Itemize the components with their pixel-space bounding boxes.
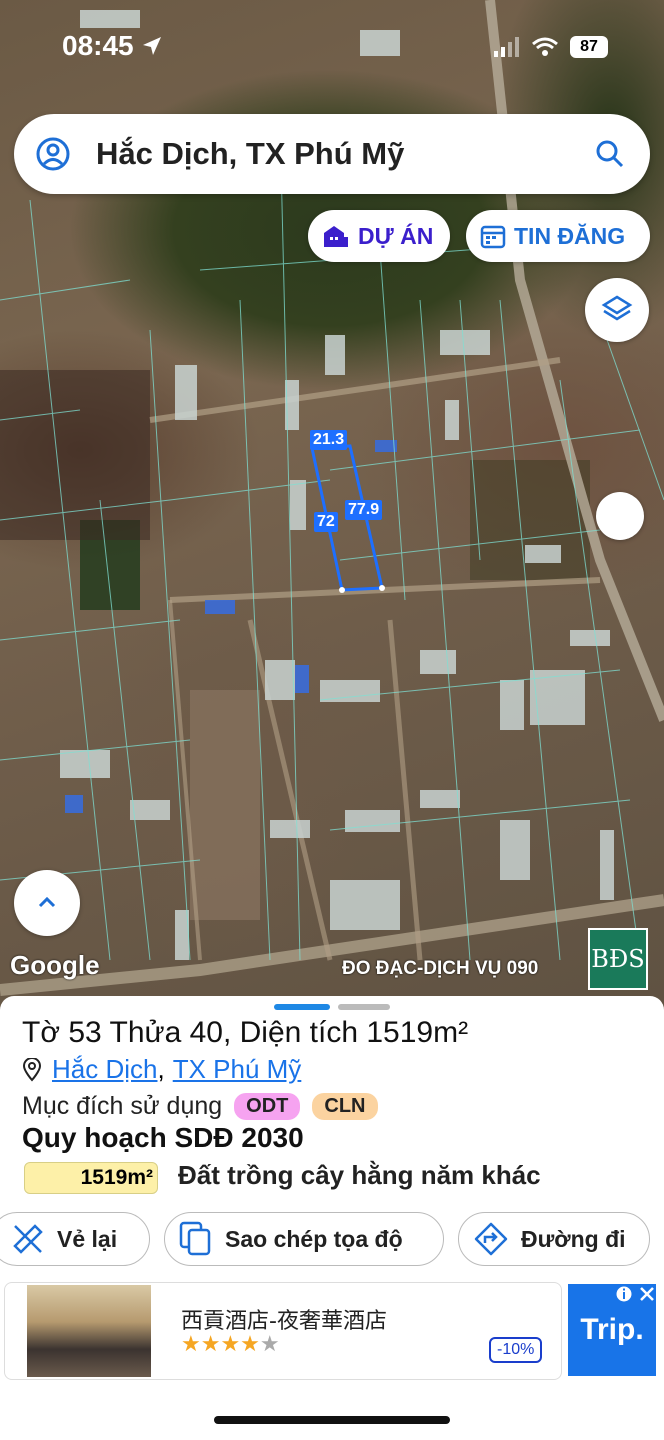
parcel-dimension-left: 72: [314, 512, 338, 532]
info-icon[interactable]: [614, 1284, 634, 1304]
projects-chip[interactable]: DỰ ÁN: [308, 210, 450, 262]
redraw-label: Vẻ lại: [57, 1225, 118, 1252]
wifi-icon: [532, 37, 558, 56]
battery-indicator: 87: [570, 36, 608, 58]
time-text: 08:45: [62, 30, 134, 61]
chevron-up-icon: [38, 896, 56, 908]
sheet-handle-active[interactable]: [274, 1004, 330, 1010]
purpose-tag-cln: CLN: [312, 1093, 378, 1120]
purpose-label: Mục đích sử dụng: [22, 1092, 223, 1120]
ad-discount: -10%: [489, 1337, 543, 1363]
parcel-dimension-right: 77.9: [345, 500, 383, 520]
plan-landuse: Đất trồng cây hằng năm khác: [178, 1160, 541, 1190]
location-pin-icon: [22, 1057, 42, 1082]
bds-logo: BĐS: [588, 928, 648, 990]
map-control-button[interactable]: [596, 492, 644, 540]
parcel-dimension-top: 21.3: [310, 430, 348, 450]
directions-button[interactable]: Đường đi: [458, 1212, 650, 1266]
commune-link[interactable]: Hắc Dịch: [52, 1054, 157, 1085]
directions-label: Đường đi: [521, 1225, 626, 1252]
purpose-tag-odt: ODT: [234, 1093, 301, 1120]
town-link[interactable]: TX Phú Mỹ: [173, 1054, 302, 1085]
building-icon: [324, 226, 348, 247]
copy-coordinates-button[interactable]: Sao chép tọa độ: [164, 1212, 444, 1266]
plan-title: Quy hoạch SDĐ 2030: [22, 1122, 304, 1153]
land-purpose: Mục đích sử dụng ODT CLN: [22, 1092, 378, 1121]
status-indicators: 87: [494, 36, 608, 58]
status-time: 08:45: [62, 30, 163, 62]
location-arrow-icon: [143, 37, 162, 55]
ruler-icon: [13, 1224, 43, 1254]
user-icon[interactable]: [36, 137, 70, 171]
parcel-location: Hắc Dịch , TX Phú Mỹ: [22, 1054, 301, 1085]
location-separator: ,: [157, 1054, 165, 1084]
close-icon[interactable]: [638, 1285, 656, 1303]
cellular-signal-icon: [494, 37, 519, 57]
directions-icon: [474, 1222, 508, 1256]
layers-icon: [601, 295, 633, 321]
parcel-info-sheet: Tờ 53 Thửa 40, Diện tích 1519m² Hắc Dịch…: [0, 996, 664, 1440]
sheet-handle[interactable]: [338, 1004, 390, 1010]
satellite-map[interactable]: 21.3 72 77.9 08:45 87 Hắc Dịch, TX Phú M…: [0, 0, 664, 1010]
star-icon: ★★★★: [181, 1331, 260, 1356]
search-bar[interactable]: Hắc Dịch, TX Phú Mỹ: [14, 114, 650, 194]
google-logo: Google: [10, 950, 100, 980]
redraw-button[interactable]: Vẻ lại: [0, 1212, 150, 1266]
projects-label: DỰ ÁN: [358, 222, 434, 249]
search-icon[interactable]: [594, 138, 626, 170]
ad-hotel-image: [27, 1285, 151, 1377]
layers-button[interactable]: [585, 278, 649, 342]
ad-banner[interactable]: 西貢酒店-夜奢華酒店 ★★★★★ -10%: [4, 1282, 562, 1380]
copy-coordinates-label: Sao chép tọa độ: [225, 1225, 403, 1252]
star-empty-icon: ★: [259, 1331, 280, 1356]
expand-button[interactable]: [14, 870, 80, 936]
plan-area-badge: 1519m²: [24, 1162, 158, 1194]
parcel-title: Tờ 53 Thửa 40, Diện tích 1519m²: [22, 1016, 469, 1049]
listings-label: TIN ĐĂNG: [514, 222, 626, 249]
ad-rating: ★★★★★: [181, 1331, 280, 1357]
copy-icon: [179, 1221, 211, 1256]
listings-chip[interactable]: TIN ĐĂNG: [466, 210, 650, 262]
map-watermark: ĐO ĐẠC-DỊCH VỤ 090: [342, 958, 539, 979]
ad-choices[interactable]: [614, 1284, 656, 1304]
search-query[interactable]: Hắc Dịch, TX Phú Mỹ: [96, 136, 594, 172]
calendar-icon: [480, 225, 506, 249]
home-indicator[interactable]: [214, 1416, 450, 1424]
